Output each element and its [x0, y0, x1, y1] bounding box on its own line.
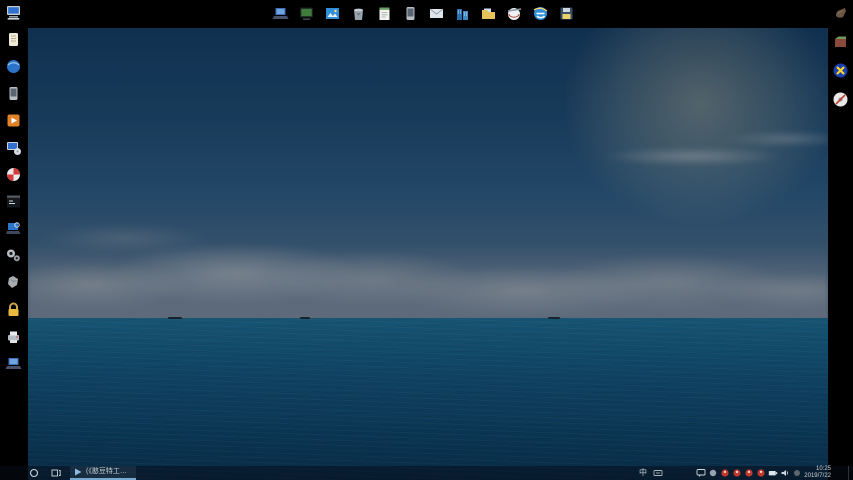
desktop-icons-left-column: [5, 4, 22, 372]
pc-cd-app-icon[interactable]: [5, 139, 22, 156]
taskbar-app-button-media-player[interactable]: (《憨豆特工》HD...: [70, 466, 136, 480]
mail-app-icon[interactable]: [428, 5, 445, 22]
red-app-tray-icon-1[interactable]: [720, 468, 730, 478]
blue-x-app-icon[interactable]: [832, 62, 849, 79]
ocean-wallpaper: [28, 28, 828, 480]
laptop2-app-icon[interactable]: [272, 5, 289, 22]
keyboard-indicator-icon[interactable]: [653, 468, 663, 478]
lock-app-icon[interactable]: [5, 301, 22, 318]
dim-overlay: [28, 28, 828, 480]
show-desktop-button[interactable]: [848, 466, 853, 480]
volume-tray-icon[interactable]: [780, 468, 790, 478]
this-pc-icon[interactable]: [5, 4, 22, 21]
cortana-search-button[interactable]: [29, 468, 39, 478]
ime-indicator[interactable]: 中: [639, 468, 647, 478]
taskbar-clock[interactable]: 10:25 2019/7/22: [804, 466, 831, 480]
red-app-tray-icon-3[interactable]: [744, 468, 754, 478]
clock-time: 10:25: [804, 466, 831, 473]
red-app-tray-icon-4[interactable]: [756, 468, 766, 478]
system-tray-icons: [696, 468, 802, 478]
blue-sphere-app-icon[interactable]: [5, 58, 22, 75]
desktop-screen: (《憨豆特工》HD... 中 10:25 2019/7/22: [0, 0, 853, 480]
slash-circle-app-icon[interactable]: [832, 91, 849, 108]
terminal-app-icon[interactable]: [5, 193, 22, 210]
settings-gears-icon[interactable]: [5, 247, 22, 264]
phone-app-icon[interactable]: [5, 85, 22, 102]
hand-app-icon[interactable]: [832, 4, 849, 21]
desktop-icons-right-column: [832, 4, 849, 108]
laptop-app-icon[interactable]: [5, 355, 22, 372]
taskbar-app-label: (《憨豆特工》HD...: [86, 467, 133, 477]
red-app-tray-icon-2[interactable]: [732, 468, 742, 478]
gray-tray-icon[interactable]: [708, 468, 718, 478]
phone2-app-icon[interactable]: [402, 5, 419, 22]
desktop-icons-top-row: [272, 5, 575, 22]
chat-bubble-tray-icon[interactable]: [696, 468, 706, 478]
photos-app-icon[interactable]: [324, 5, 341, 22]
search-laptop-app-icon[interactable]: [5, 220, 22, 237]
media-player-taskbar-icon: [73, 467, 83, 477]
green-monitor-app-icon[interactable]: [298, 5, 315, 22]
save-app-icon[interactable]: [558, 5, 575, 22]
network-tray-icon[interactable]: [792, 468, 802, 478]
internet-explorer-icon[interactable]: [532, 5, 549, 22]
recycle-bin-icon[interactable]: [350, 5, 367, 22]
taskbar: (《憨豆特工》HD... 中 10:25 2019/7/22: [0, 466, 853, 480]
folder-app-icon[interactable]: [480, 5, 497, 22]
building-app-icon[interactable]: [454, 5, 471, 22]
pinwheel-app-icon[interactable]: [5, 166, 22, 183]
task-view-button[interactable]: [51, 468, 61, 478]
gray-object-app-icon[interactable]: [5, 274, 22, 291]
globe-app-icon[interactable]: [506, 5, 523, 22]
notepad-app-icon[interactable]: [376, 5, 393, 22]
box-app-icon[interactable]: [832, 33, 849, 50]
clock-date: 2019/7/22: [804, 473, 831, 480]
printer-app-icon[interactable]: [5, 328, 22, 345]
scroll-doc-app-icon[interactable]: [5, 31, 22, 48]
media-player-app-icon[interactable]: [5, 112, 22, 129]
battery-tray-icon[interactable]: [768, 468, 778, 478]
